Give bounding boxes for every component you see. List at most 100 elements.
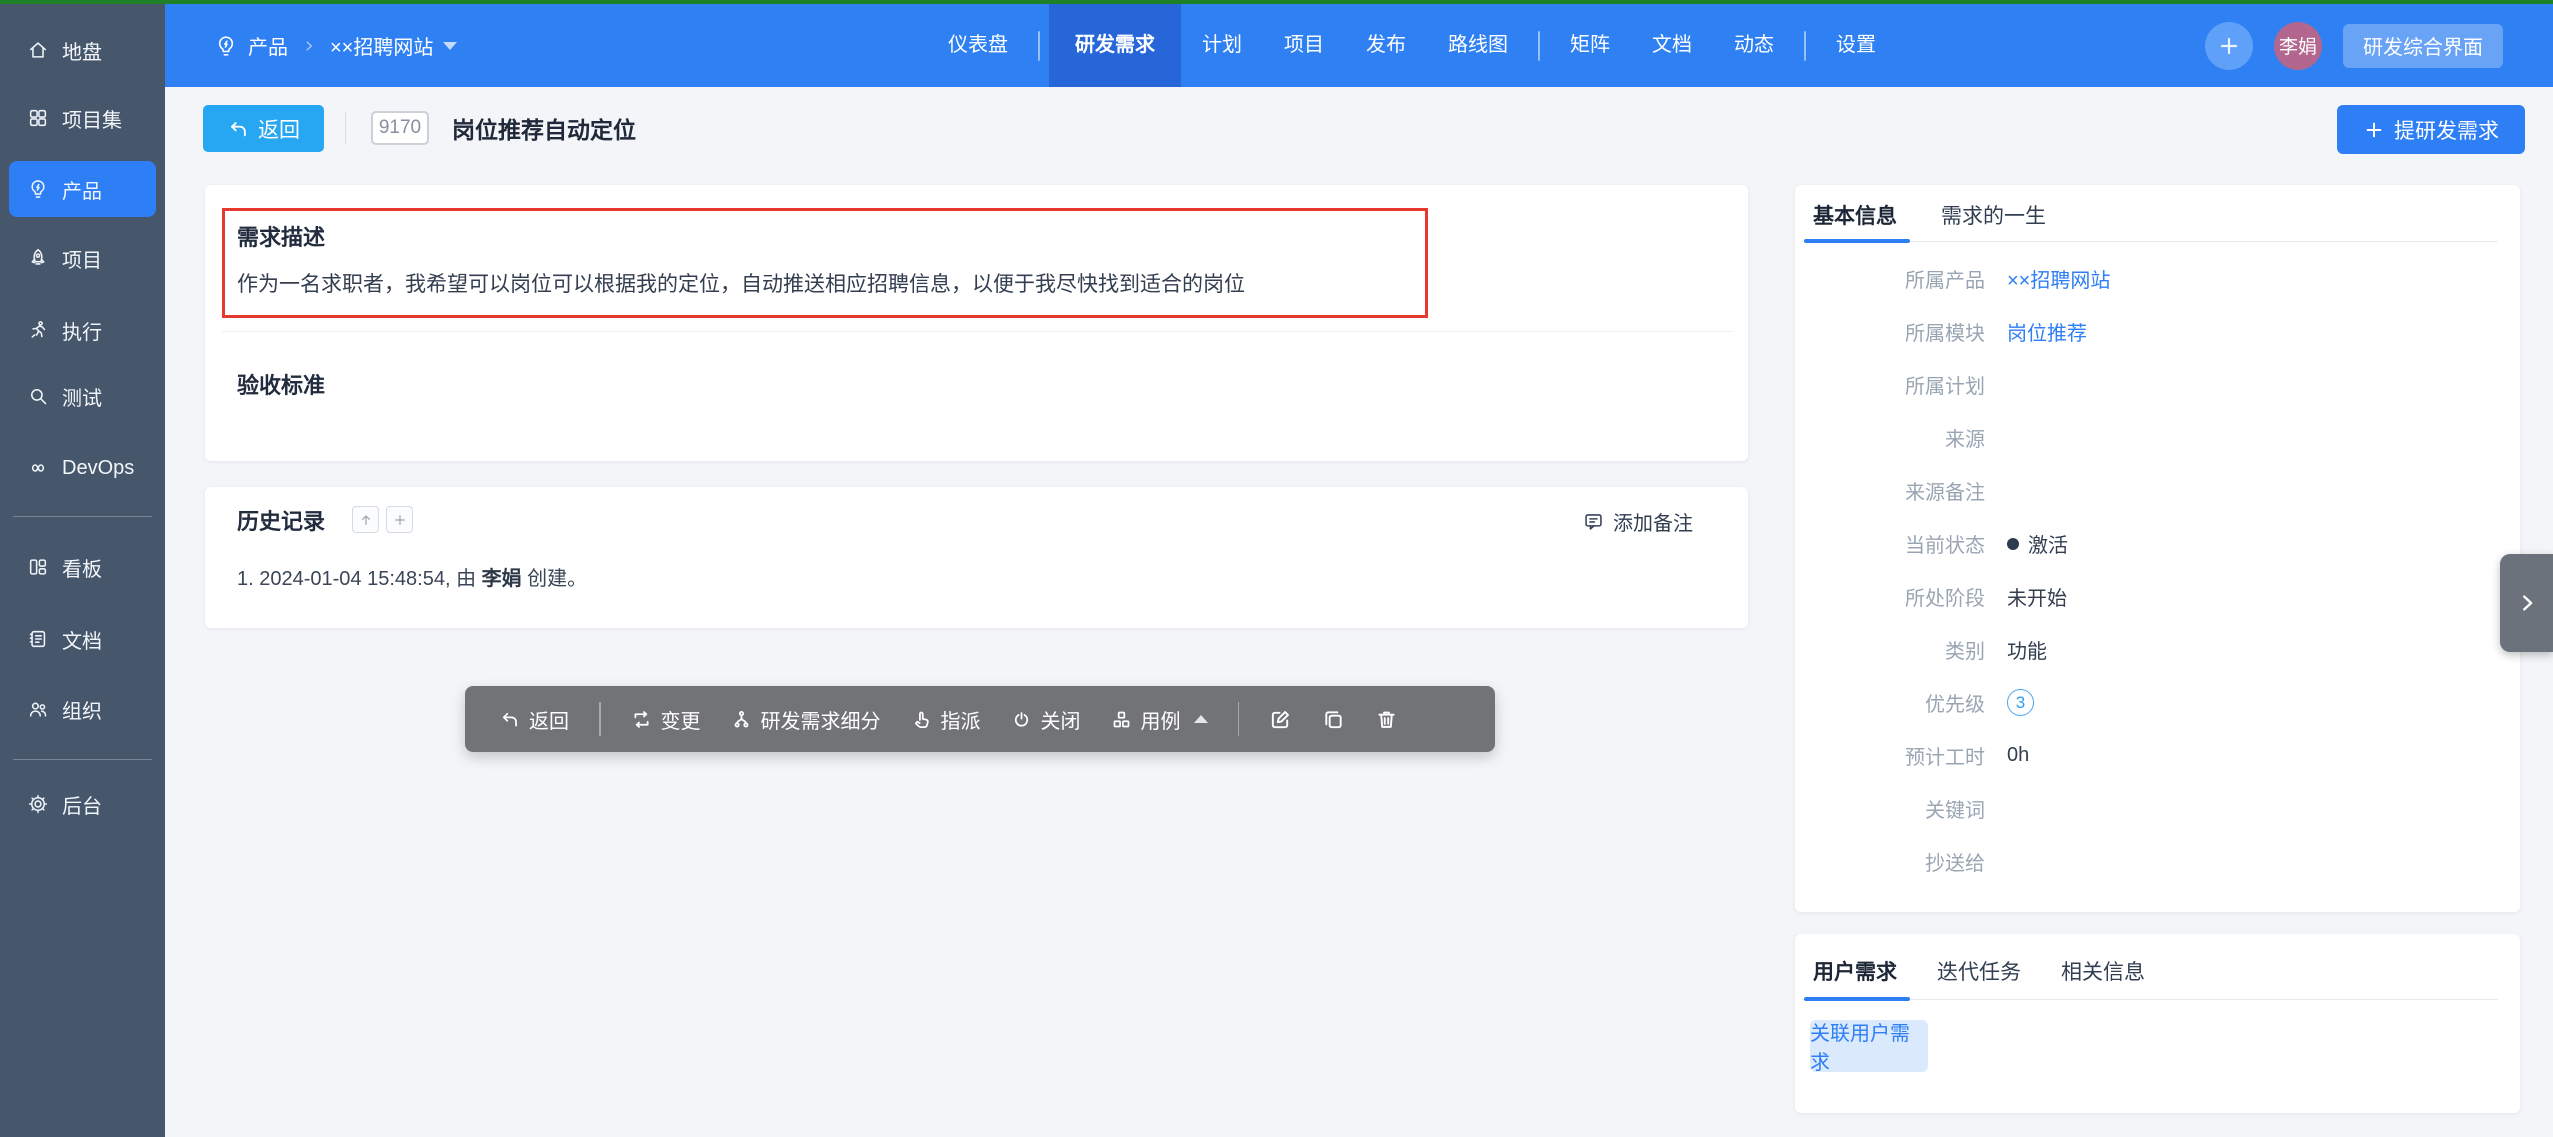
- toolbar-divider: [1238, 702, 1240, 736]
- sidebar-divider: [13, 759, 152, 760]
- tab-user-story[interactable]: 用户需求: [1813, 956, 1897, 986]
- nav-dashboard[interactable]: 仪表盘: [927, 4, 1029, 87]
- breadcrumb: 产品 ××招聘网站: [214, 4, 457, 87]
- return-arrow-icon: [499, 709, 520, 730]
- back-button[interactable]: 返回: [203, 105, 324, 152]
- people-icon: [27, 698, 49, 720]
- sidebar-item-kanban[interactable]: 看板: [0, 539, 165, 595]
- page-title: 岗位推荐自动定位: [452, 111, 636, 145]
- sidebar-item-label: 地盘: [62, 36, 102, 65]
- main-nav: 仪表盘 研发需求 计划 项目 发布 路线图 矩阵 文档 动态 设置: [927, 4, 1897, 87]
- field-cc: 抄送给: [1795, 835, 2495, 888]
- nav-roadmap[interactable]: 路线图: [1427, 4, 1529, 87]
- plus-icon: [392, 512, 408, 528]
- create-story-button[interactable]: 提研发需求: [2337, 105, 2525, 154]
- sidebar-item-project[interactable]: 项目: [0, 230, 165, 286]
- sidebar-item-label: 执行: [62, 316, 102, 345]
- toolbar-delete-button[interactable]: [1375, 708, 1398, 731]
- breadcrumb-chevron-icon: [302, 39, 316, 53]
- field-category: 类别 功能: [1795, 623, 2495, 676]
- arrow-up-icon: [358, 512, 374, 528]
- sidebar-item-home[interactable]: 地盘: [0, 22, 165, 78]
- sidebar-item-program[interactable]: 项目集: [0, 90, 165, 146]
- history-entry: 1. 2024-01-04 15:48:54, 由 李娟 创建。: [237, 562, 587, 591]
- sidebar-item-label: 组织: [62, 695, 102, 724]
- sidebar-item-label: 项目集: [62, 104, 122, 133]
- field-label: 所处阶段: [1795, 582, 1985, 611]
- link-user-story-button[interactable]: 关联用户需求: [1810, 1020, 1928, 1072]
- nav-release[interactable]: 发布: [1345, 4, 1427, 87]
- field-estimate: 预计工时 0h: [1795, 729, 2495, 782]
- description-section-title: 需求描述: [237, 220, 325, 252]
- magnifier-icon: [27, 385, 49, 407]
- nav-settings[interactable]: 设置: [1815, 4, 1897, 87]
- nav-story[interactable]: 研发需求: [1049, 4, 1181, 87]
- history-expand-button[interactable]: [386, 506, 413, 533]
- kanban-icon: [27, 556, 49, 578]
- sidebar-divider: [13, 516, 152, 517]
- subdivide-icon: [731, 709, 752, 730]
- sidebar-item-devops[interactable]: DevOps: [0, 440, 165, 496]
- nav-dynamic[interactable]: 动态: [1713, 4, 1795, 87]
- chevron-right-icon: [2516, 592, 2538, 614]
- toolbar-subdivide-button[interactable]: 研发需求细分: [731, 705, 881, 734]
- field-priority: 优先级 3: [1795, 676, 2495, 729]
- toolbar-usecase-button[interactable]: 用例: [1111, 705, 1208, 734]
- sidebar-item-label: 产品: [62, 175, 102, 204]
- product-bulb-icon: [214, 34, 238, 58]
- toolbar-copy-button[interactable]: [1322, 708, 1345, 731]
- chevron-down-icon[interactable]: [443, 42, 457, 50]
- trash-icon: [1375, 708, 1398, 731]
- priority-badge: 3: [2007, 689, 2034, 716]
- field-value: 0h: [2007, 744, 2029, 767]
- info-fields: 所属产品 ××招聘网站 所属模块 岗位推荐 所属计划 来源 来源备注 当前状态 …: [1795, 252, 2495, 888]
- tab-basic-info[interactable]: 基本信息: [1813, 200, 1897, 230]
- toolbar-close-button[interactable]: 关闭: [1011, 705, 1081, 734]
- sidebar-item-execution[interactable]: 执行: [0, 302, 165, 358]
- field-label: 所属模块: [1795, 317, 1985, 346]
- sidebar-item-product[interactable]: 产品: [9, 161, 156, 217]
- status-badge: 激活: [2007, 529, 2068, 558]
- active-tab-indicator: [1804, 239, 1910, 243]
- sidebar-item-qa[interactable]: 测试: [0, 368, 165, 424]
- tab-iteration-tasks[interactable]: 迭代任务: [1937, 956, 2021, 986]
- plus-icon: [2217, 34, 2241, 58]
- nav-doc[interactable]: 文档: [1631, 4, 1713, 87]
- panel-collapse-button[interactable]: [2500, 554, 2553, 652]
- sidebar-item-doc[interactable]: 文档: [0, 611, 165, 667]
- quick-create-button[interactable]: [2205, 22, 2253, 70]
- nav-project[interactable]: 项目: [1263, 4, 1345, 87]
- add-note-button[interactable]: 添加备注: [1583, 507, 1693, 536]
- toolbar-back-button[interactable]: 返回: [499, 705, 569, 734]
- toolbar-edit-button[interactable]: [1269, 708, 1292, 731]
- change-icon: [631, 709, 652, 730]
- nav-plan[interactable]: 计划: [1181, 4, 1263, 87]
- breadcrumb-product[interactable]: ××招聘网站: [330, 31, 433, 60]
- topbar: 产品 ××招聘网站 仪表盘 研发需求 计划 项目 发布 路线图 矩阵 文档 动态…: [165, 4, 2553, 87]
- field-label: 类别: [1795, 635, 1985, 664]
- sidebar-item-org[interactable]: 组织: [0, 681, 165, 737]
- field-label: 关键词: [1795, 794, 1985, 823]
- plus-icon: [2363, 119, 2385, 141]
- history-reverse-button[interactable]: [352, 506, 379, 533]
- sidebar-item-label: DevOps: [62, 457, 134, 480]
- field-status: 当前状态 激活: [1795, 517, 2495, 570]
- tab-story-lifetime[interactable]: 需求的一生: [1941, 200, 2046, 230]
- field-label: 预计工时: [1795, 741, 1985, 770]
- field-source-note: 来源备注: [1795, 464, 2495, 517]
- field-value-link[interactable]: ××招聘网站: [2007, 264, 2110, 293]
- breadcrumb-section[interactable]: 产品: [248, 31, 288, 60]
- nav-matrix[interactable]: 矩阵: [1549, 4, 1631, 87]
- toolbar-change-button[interactable]: 变更: [631, 705, 701, 734]
- toolbar-assign-button[interactable]: 指派: [911, 705, 981, 734]
- field-label: 所属产品: [1795, 264, 1985, 293]
- infinity-icon: [27, 457, 49, 479]
- sidebar-item-admin[interactable]: 后台: [0, 776, 165, 832]
- avatar[interactable]: 李娟: [2274, 22, 2322, 70]
- field-value-link[interactable]: 岗位推荐: [2007, 317, 2087, 346]
- workbench-button[interactable]: 研发综合界面: [2343, 24, 2503, 68]
- related-tabs: 用户需求 迭代任务 相关信息: [1813, 956, 2145, 986]
- acceptance-section-title: 验收标准: [237, 368, 325, 400]
- tab-related-info[interactable]: 相关信息: [2061, 956, 2145, 986]
- notebook-icon: [27, 628, 49, 650]
